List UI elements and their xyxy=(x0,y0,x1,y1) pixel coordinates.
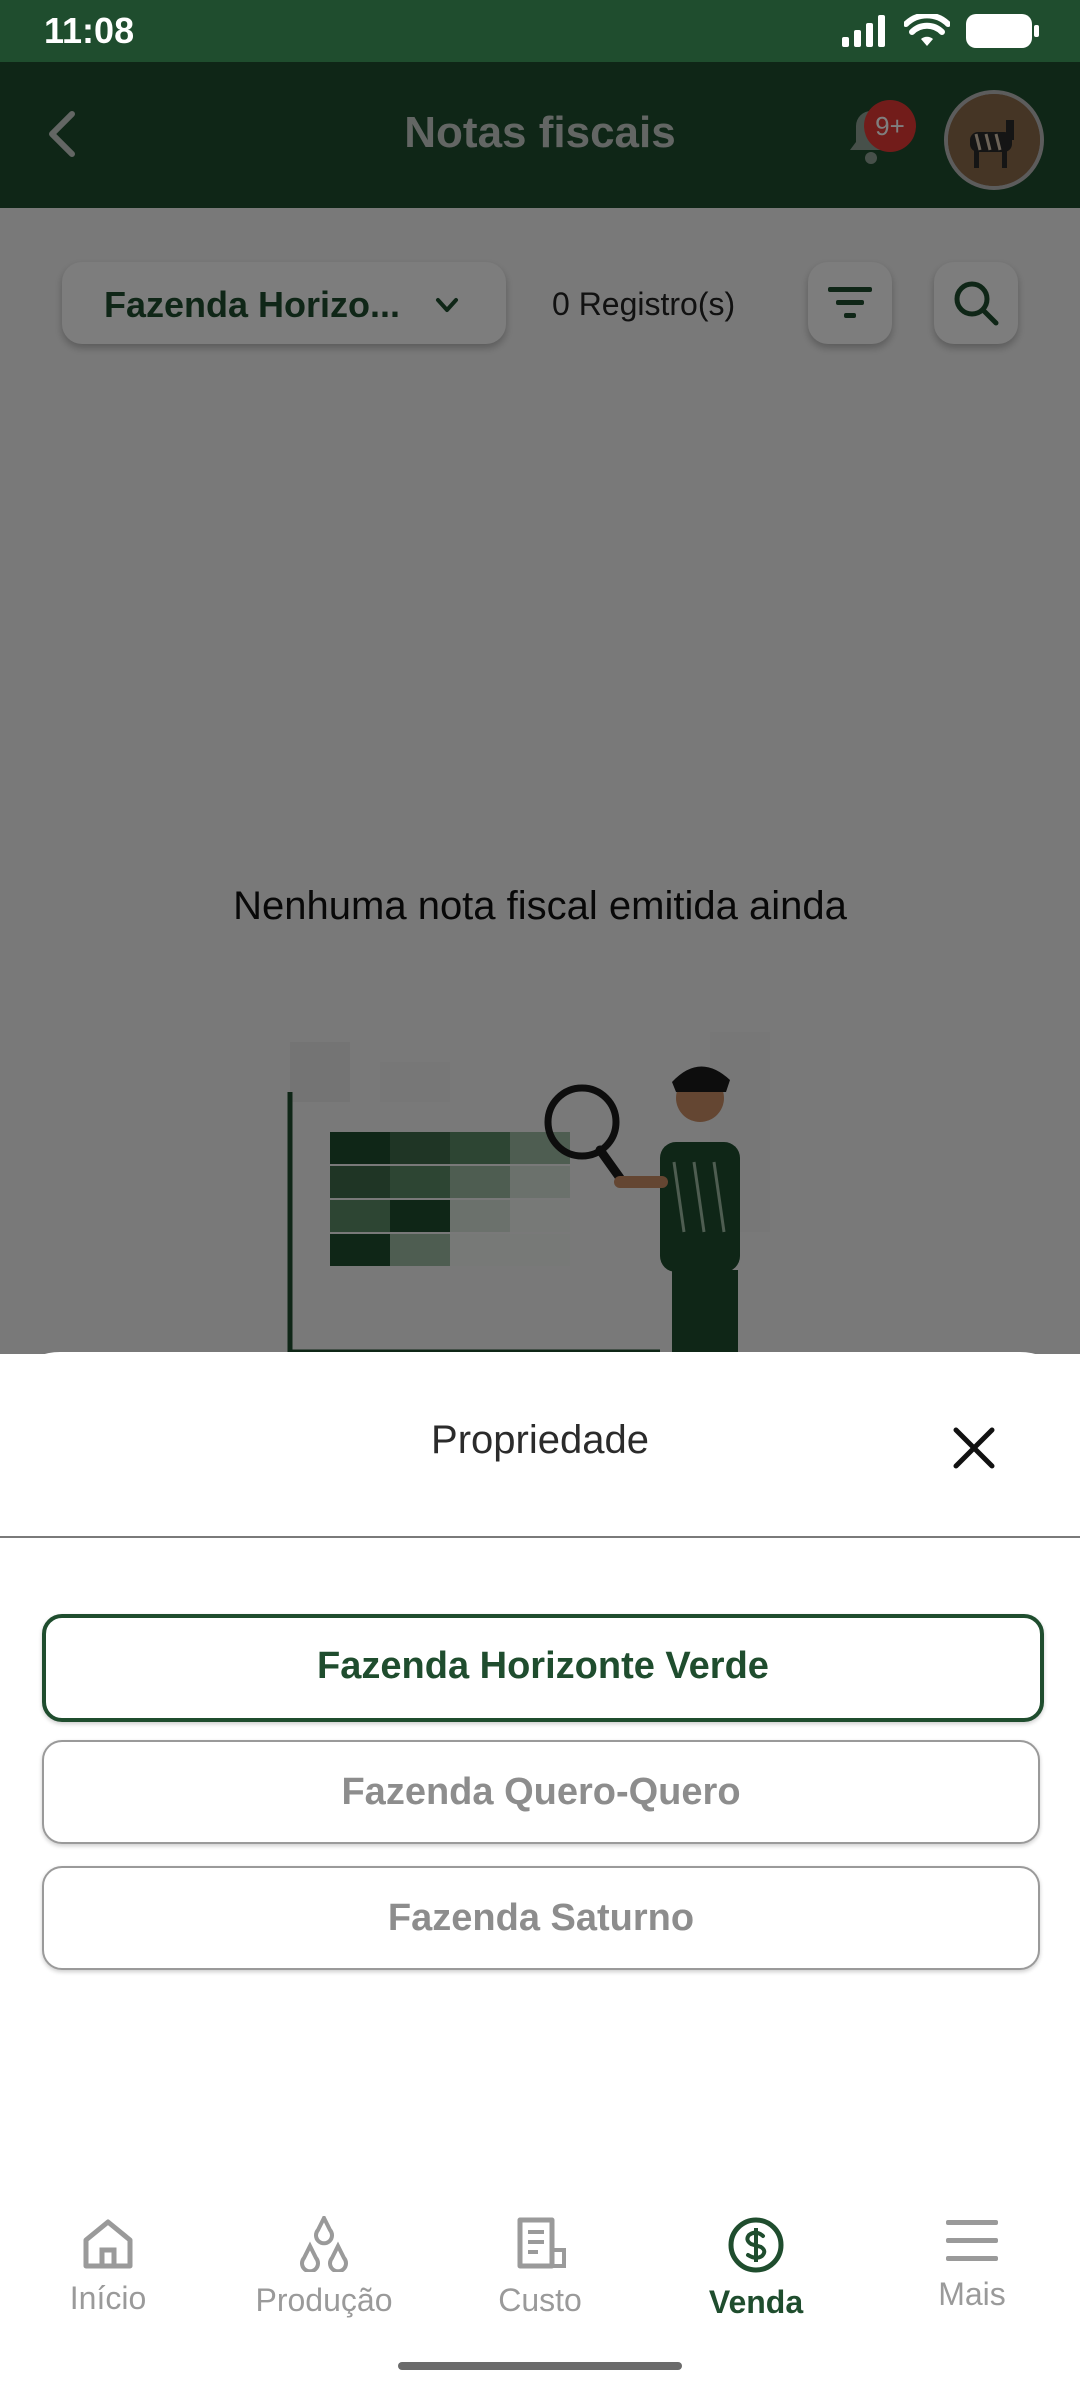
home-icon xyxy=(83,2219,133,2269)
status-icons xyxy=(842,14,1040,48)
nav-label: Produção xyxy=(255,2282,393,2318)
drops-icon xyxy=(300,2216,348,2272)
home-indicator xyxy=(398,2362,682,2370)
nav-item-mais[interactable]: Mais xyxy=(872,2216,1072,2313)
nav-label: Início xyxy=(69,2280,147,2316)
nav-label: Venda xyxy=(708,2284,804,2320)
wifi-icon xyxy=(904,14,950,46)
close-icon[interactable] xyxy=(944,1418,1004,1478)
nav-item-venda[interactable]: Venda xyxy=(656,2216,856,2321)
sheet-title: Propriedade xyxy=(431,1418,649,1462)
nav-item-producao[interactable]: Produção xyxy=(224,2216,424,2319)
receipt-icon xyxy=(517,2217,566,2269)
nav-item-inicio[interactable]: Início xyxy=(8,2216,208,2317)
property-option[interactable]: Fazenda Horizonte Verde xyxy=(42,1614,1044,1722)
signal-icon xyxy=(842,15,885,47)
nav-label: Mais xyxy=(938,2276,1006,2312)
nav-item-custo[interactable]: Custo xyxy=(440,2216,640,2319)
nav-label: Custo xyxy=(498,2282,582,2318)
battery-icon xyxy=(966,14,1039,48)
property-option[interactable]: Fazenda Quero-Quero xyxy=(42,1740,1040,1844)
status-bar: 11:08 xyxy=(0,0,1080,62)
status-time: 11:08 xyxy=(44,10,135,51)
modal-backdrop[interactable] xyxy=(0,62,1080,1354)
menu-icon xyxy=(946,2220,998,2261)
property-option[interactable]: Fazenda Saturno xyxy=(42,1866,1040,1970)
dollar-icon xyxy=(728,2217,784,2273)
sheet-divider xyxy=(0,1536,1080,1538)
